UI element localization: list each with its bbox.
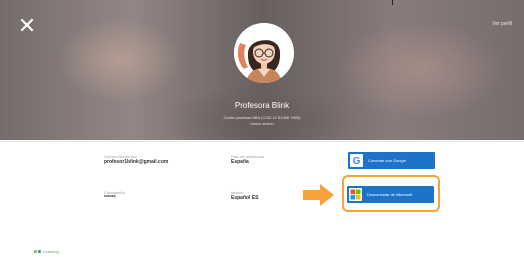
close-icon: ✕ xyxy=(17,13,37,38)
footer-logo: Learning xyxy=(34,249,59,254)
password-field[interactable]: Contraseña ****** xyxy=(104,190,125,202)
language-value: Español ES xyxy=(231,195,259,201)
top-right-link[interactable]: Ver perfil xyxy=(492,21,512,27)
profile-center-line: Centro pruebas BBA (COD 12 51456 7890) xyxy=(223,115,301,120)
google-icon: G xyxy=(350,154,363,167)
password-value: ****** xyxy=(104,195,116,201)
close-button[interactable]: ✕ xyxy=(17,13,37,38)
disconnect-microsoft-button[interactable]: Desconectar de Microsoft xyxy=(347,186,434,203)
microsoft-icon xyxy=(349,188,362,201)
arrow-annotation-icon xyxy=(303,184,334,206)
email-field: Correo electrónico profesor1blink@gmail.… xyxy=(104,154,168,166)
connect-google-button[interactable]: G Conectar con Google xyxy=(348,152,435,169)
country-field[interactable]: País de residencia España xyxy=(231,154,264,166)
logo-dot-icon xyxy=(38,250,41,254)
text-cursor xyxy=(392,0,393,5)
profile-status-line: Iniciar sesión xyxy=(250,121,274,126)
microsoft-button-label: Desconectar de Microsoft xyxy=(367,192,413,197)
avatar-illustration xyxy=(234,23,294,83)
divider xyxy=(0,141,524,142)
country-value: España xyxy=(231,159,249,165)
profile-name: Profesora Blink xyxy=(234,101,290,110)
avatar xyxy=(234,23,294,83)
svg-text:G: G xyxy=(353,156,361,167)
google-button-label: Conectar con Google xyxy=(368,158,406,163)
email-value: profesor1blink@gmail.com xyxy=(104,159,169,165)
profile-header-banner: ✕ Ver perfil Profesora Blink Centro prue… xyxy=(0,0,524,140)
footer-logo-text: Learning xyxy=(43,249,59,254)
language-field[interactable]: Idioma Español ES xyxy=(231,190,259,202)
logo-dot-icon xyxy=(34,250,37,254)
